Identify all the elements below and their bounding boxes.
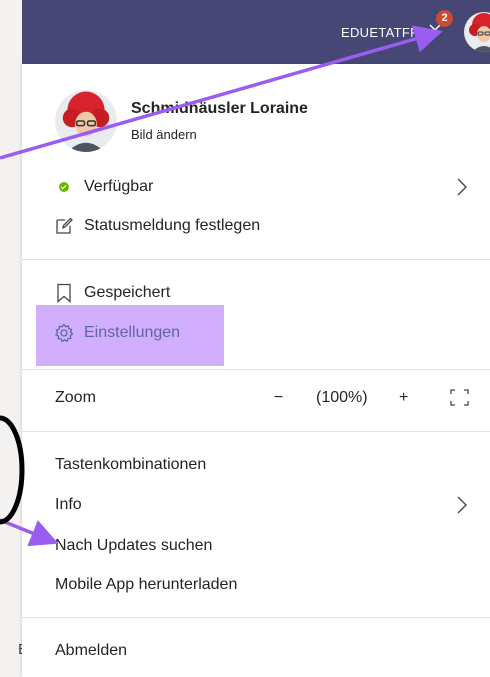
fullscreen-icon[interactable] [450,389,469,406]
mobile-app-label: Mobile App herunterladen [55,576,238,593]
settings-item[interactable]: Einstellungen [22,315,490,351]
avatar-image [464,12,490,52]
zoom-out-button[interactable]: − [274,380,283,416]
zoom-in-button[interactable]: + [399,380,408,416]
info-label: Info [55,496,82,513]
status-label: Verfügbar [84,178,154,195]
status-item-available[interactable]: Verfügbar [22,169,490,205]
download-mobile-app-item[interactable]: Mobile App herunterladen [22,567,490,603]
set-status-message-item[interactable]: Statusmeldung festlegen [22,208,490,244]
profile-name: Schmidhäusler Loraine [131,100,308,117]
saved-label: Gespeichert [84,284,171,301]
sign-out-item[interactable]: Abmelden [22,633,490,669]
avatar-image [55,90,117,152]
tenant-switcher-label[interactable]: EDUETATFR [341,25,420,40]
profile-avatar-button[interactable] [464,12,490,52]
check-updates-label: Nach Updates suchen [55,537,213,554]
divider [22,431,490,432]
title-bar: EDUETATFR 2 [22,0,490,64]
sign-out-label: Abmelden [55,642,128,659]
edit-note-icon [54,216,74,236]
check-updates-item[interactable]: Nach Updates suchen [22,528,490,564]
chevron-right-icon [457,178,467,196]
divider [22,617,490,618]
info-item[interactable]: Info [22,487,490,523]
shortcuts-label: Tastenkombinationen [55,456,207,473]
profile-menu: Schmidhäusler Loraine Bild ändern Verfüg… [22,64,490,677]
available-status-icon [54,177,74,197]
background-app-strip: B [0,0,28,677]
zoom-label: Zoom [55,389,96,406]
bookmark-icon [54,283,74,303]
chevron-right-icon [457,496,467,514]
change-picture-link[interactable]: Bild ändern [131,127,197,142]
zoom-level-value: (100%) [316,389,368,406]
status-message-label: Statusmeldung festlegen [84,217,261,234]
zoom-row: Zoom − (100%) + [22,380,490,416]
profile-picture[interactable] [55,90,117,152]
keyboard-shortcuts-item[interactable]: Tastenkombinationen [22,447,490,483]
gear-icon [54,323,74,343]
notification-badge: 2 [436,10,453,27]
divider [22,369,490,370]
divider [22,259,490,260]
settings-label: Einstellungen [84,324,181,341]
